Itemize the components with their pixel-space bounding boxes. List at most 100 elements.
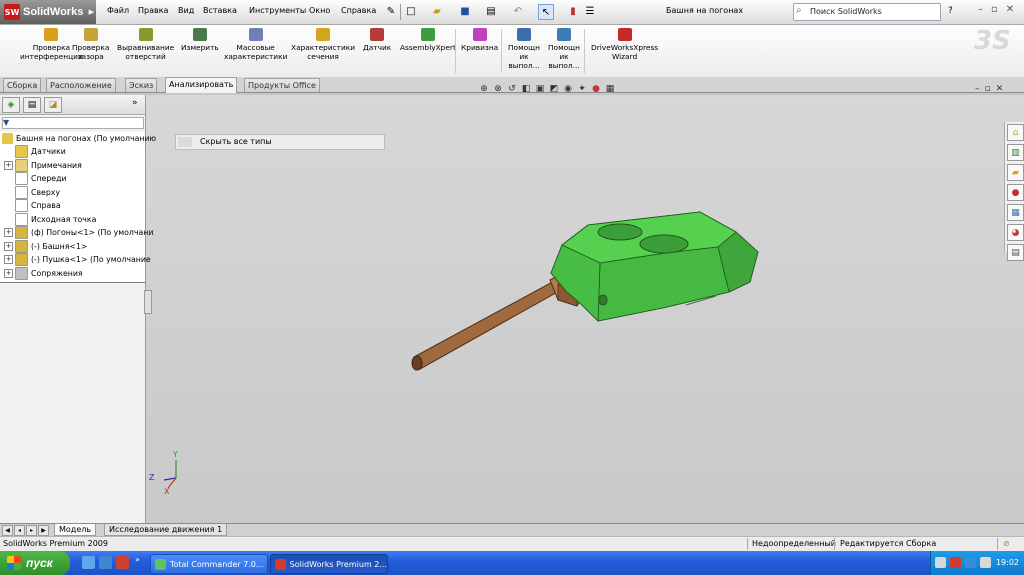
cmd-button-6[interactable]: Датчик bbox=[363, 28, 391, 52]
file-explorer-icon[interactable]: ▰ bbox=[1007, 164, 1024, 181]
turret-body[interactable] bbox=[550, 211, 759, 322]
tray-icon-1[interactable] bbox=[935, 557, 946, 568]
expand-icon[interactable]: + bbox=[4, 268, 13, 278]
tree-root[interactable]: Башня на погонах (По умолчанию bbox=[2, 132, 156, 145]
prev-tab-icon[interactable]: ◂ bbox=[14, 525, 25, 536]
custom-properties-icon[interactable]: ▤ bbox=[1007, 244, 1024, 261]
document-window-controls[interactable]: –▫✕ bbox=[975, 84, 1008, 94]
pin-icon[interactable]: ✎ bbox=[384, 4, 398, 18]
solidworks-logo[interactable]: SW SolidWorks ▶ bbox=[0, 0, 96, 24]
undo-icon[interactable]: ↶ bbox=[511, 4, 525, 18]
tree-node[interactable]: Исходная точка bbox=[4, 212, 96, 226]
expand-icon[interactable]: + bbox=[4, 228, 13, 237]
menu-edit[interactable]: Правка bbox=[138, 6, 168, 15]
menu-insert[interactable]: Вставка bbox=[203, 6, 237, 15]
tab-layout[interactable]: Расположение bbox=[46, 78, 116, 92]
view-settings-icon[interactable]: ▦ bbox=[604, 83, 616, 95]
cmd-button-4[interactable]: Массовые характеристики bbox=[224, 28, 287, 61]
open-folder-icon[interactable]: ▰ bbox=[430, 4, 444, 18]
tree-node[interactable]: + Сопряжения bbox=[4, 266, 83, 280]
feature-filter[interactable]: ▼ bbox=[2, 117, 144, 129]
tab-model[interactable]: Модель bbox=[54, 524, 97, 536]
taskbar-button-solidworks[interactable]: SolidWorks Premium 2... bbox=[270, 554, 388, 574]
expand-icon[interactable]: + bbox=[4, 255, 13, 264]
save-icon[interactable]: ■ bbox=[458, 4, 472, 18]
previous-view-icon[interactable]: ↺ bbox=[506, 83, 518, 95]
context-menu-item[interactable]: Скрыть все типы bbox=[200, 137, 272, 146]
rebuild-status-icon[interactable]: ⊘ bbox=[1003, 539, 1010, 548]
tree-node[interactable]: + (-) Пушка<1> (По умолчание bbox=[4, 253, 151, 266]
cmd-button-8[interactable]: Кривизна bbox=[461, 28, 498, 52]
select-icon[interactable]: ↖ bbox=[538, 4, 554, 20]
tree-node[interactable]: + Примечания bbox=[4, 158, 82, 172]
search-input[interactable]: Поиск SolidWorks bbox=[810, 7, 882, 16]
tab-motion-study[interactable]: Исследование движения 1 bbox=[104, 524, 228, 536]
menu-file[interactable]: Файл bbox=[107, 6, 129, 15]
section-view-icon[interactable]: ◧ bbox=[520, 83, 532, 95]
quicklaunch-ie-icon[interactable] bbox=[82, 556, 95, 569]
display-style-icon[interactable]: ◩ bbox=[548, 83, 560, 95]
cmd-button-5[interactable]: Характеристики сечения bbox=[291, 28, 355, 61]
appearances-icon[interactable]: ◕ bbox=[1007, 224, 1024, 241]
expand-icon[interactable]: + bbox=[4, 160, 13, 170]
cmd-button-7[interactable]: AssemblyXpert bbox=[400, 28, 456, 52]
design-library-icon[interactable]: ▥ bbox=[1007, 144, 1024, 161]
graphics-area[interactable]: Y Z X bbox=[146, 95, 1024, 523]
cmd-button-10[interactable]: Помощн ик выпол... bbox=[548, 28, 580, 70]
last-tab-icon[interactable]: ▶ bbox=[38, 525, 49, 536]
tray-icon-sound[interactable] bbox=[980, 557, 991, 568]
apply-scene-icon[interactable]: ● bbox=[590, 83, 602, 95]
hide-show-icon[interactable]: ◉ bbox=[562, 83, 574, 95]
expand-icon[interactable]: + bbox=[4, 241, 13, 251]
search-box[interactable]: ⌕ Поиск SolidWorks bbox=[793, 3, 941, 21]
configuration-manager-tab-icon[interactable]: ◪ bbox=[44, 97, 62, 113]
resources-icon[interactable]: ⌂ bbox=[1007, 124, 1024, 141]
logo-arrow-icon[interactable]: ▶ bbox=[89, 8, 94, 16]
tree-node[interactable]: + (-) Башня<1> bbox=[4, 239, 87, 253]
cmd-button-11[interactable]: DriveWorksXpress Wizard bbox=[591, 28, 658, 61]
view-palette-icon[interactable]: ▦ bbox=[1007, 204, 1024, 221]
cmd-button-9[interactable]: Помощн ик выпол... bbox=[508, 28, 540, 70]
model-view[interactable]: Y Z X bbox=[146, 95, 1024, 523]
cmd-button-2[interactable]: Выравнивание отверстий bbox=[117, 28, 174, 61]
tab-evaluate[interactable]: Анализировать bbox=[165, 77, 238, 93]
cmd-button-3[interactable]: Измерить bbox=[181, 28, 219, 52]
tree-node[interactable]: Спереди bbox=[4, 172, 67, 185]
first-tab-icon[interactable]: ◀ bbox=[2, 525, 13, 536]
context-menu[interactable]: Скрыть все типы bbox=[175, 134, 385, 150]
tab-assembly[interactable]: Сборка bbox=[3, 78, 42, 92]
edit-appearance-icon[interactable]: ✦ bbox=[576, 83, 588, 95]
quicklaunch-more-icon[interactable]: » bbox=[135, 555, 140, 564]
tree-node[interactable]: Сверху bbox=[4, 185, 60, 199]
taskbar-button-totalcmd[interactable]: Total Commander 7.0... bbox=[150, 554, 268, 574]
new-document-icon[interactable]: □ bbox=[404, 4, 418, 18]
start-button[interactable]: пуск bbox=[0, 551, 70, 575]
view-orientation-icon[interactable]: ▣ bbox=[534, 83, 546, 95]
expand-panel-icon[interactable]: » bbox=[132, 98, 138, 108]
options-icon[interactable]: ☰ bbox=[583, 4, 597, 18]
cmd-button-1[interactable]: Проверка зазора bbox=[72, 28, 109, 61]
tree-node[interactable]: + (ф) Погоны<1> (По умолчани bbox=[4, 226, 153, 239]
tree-node[interactable]: Справа bbox=[4, 199, 61, 212]
tree-node[interactable]: Датчики bbox=[4, 145, 66, 158]
quicklaunch-solidworks-icon[interactable] bbox=[116, 556, 129, 569]
zoom-to-fit-icon[interactable]: ⊕ bbox=[478, 83, 490, 95]
print-icon[interactable]: ▤ bbox=[484, 4, 498, 18]
tab-office-products[interactable]: Продукты Office bbox=[244, 78, 320, 92]
window-controls[interactable]: –▫✕ bbox=[978, 4, 1022, 15]
menu-window[interactable]: Окно bbox=[309, 6, 330, 15]
property-manager-tab-icon[interactable]: ▤ bbox=[23, 97, 41, 113]
menu-tools[interactable]: Инструменты bbox=[249, 6, 306, 15]
tab-sketch[interactable]: Эскиз bbox=[125, 78, 158, 92]
tray-icon-network[interactable] bbox=[965, 557, 976, 568]
quicklaunch-desktop-icon[interactable] bbox=[99, 556, 112, 569]
feature-manager-tab-icon[interactable]: ◈ bbox=[2, 97, 20, 113]
zoom-to-area-icon[interactable]: ⊗ bbox=[492, 83, 504, 95]
next-tab-icon[interactable]: ▸ bbox=[26, 525, 37, 536]
tray-icon-kaspersky[interactable] bbox=[950, 557, 961, 568]
search-results-icon[interactable]: ● bbox=[1007, 184, 1024, 201]
filter-icon[interactable]: ▼ bbox=[3, 118, 9, 127]
menu-help[interactable]: Справка bbox=[341, 6, 376, 15]
gun-barrel[interactable] bbox=[411, 271, 589, 371]
rebuild-icon[interactable]: ▮ bbox=[566, 4, 580, 18]
